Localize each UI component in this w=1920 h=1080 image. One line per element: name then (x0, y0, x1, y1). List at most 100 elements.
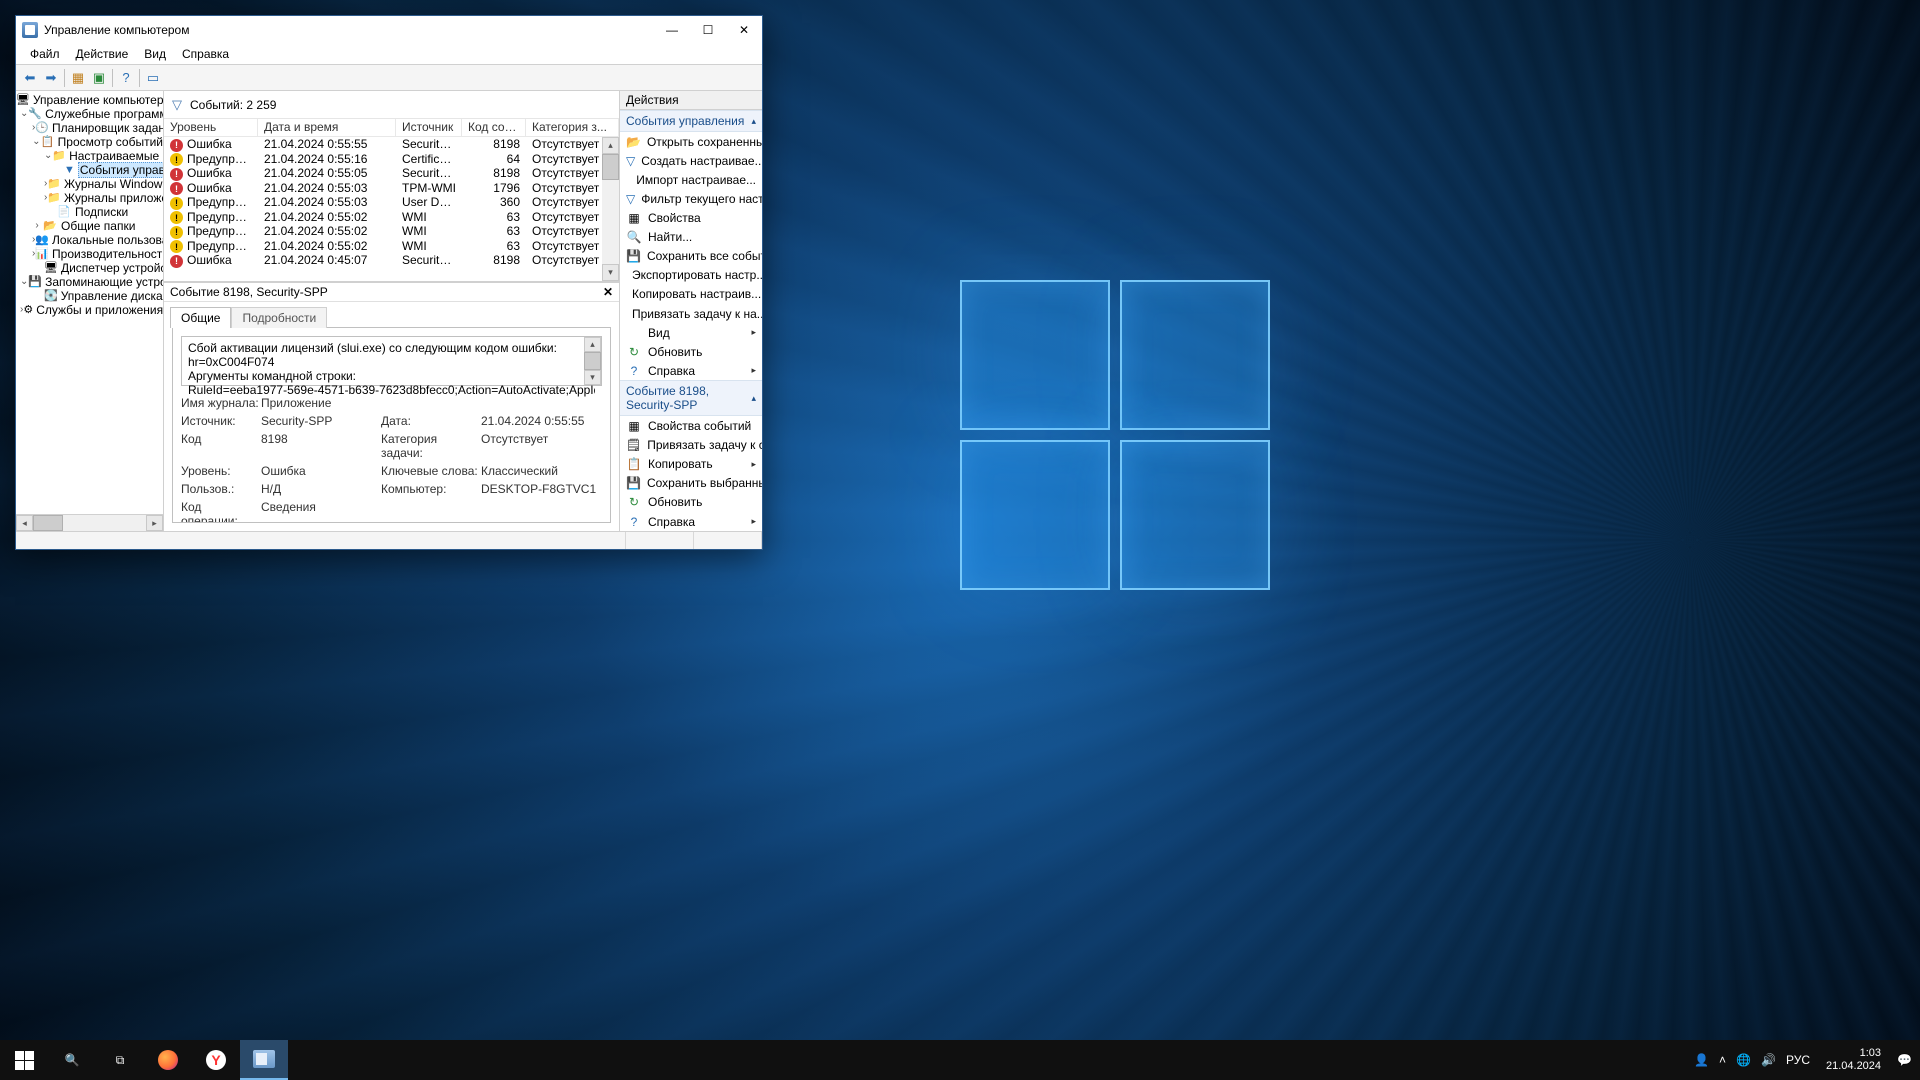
action-properties[interactable]: ▦Свойства (620, 208, 762, 227)
col-level[interactable]: Уровень (164, 119, 258, 136)
tab-general[interactable]: Общие (170, 307, 231, 328)
notifications-icon[interactable]: 💬 (1897, 1053, 1912, 1067)
help-button[interactable]: ? (116, 68, 136, 88)
col-source[interactable]: Источник (396, 119, 462, 136)
app-icon (22, 22, 38, 38)
menu-file[interactable]: Файл (22, 45, 68, 63)
action-open-saved[interactable]: 📂Открыть сохраненны... (620, 132, 762, 151)
action-copy-custom[interactable]: Копировать настраив... (620, 285, 762, 304)
detail-close-button[interactable]: ✕ (603, 285, 613, 299)
action-event-save[interactable]: 💾Сохранить выбранны... (620, 474, 762, 493)
grid-vertical-scrollbar[interactable]: ▴▾ (602, 137, 619, 281)
tree-event-viewer[interactable]: ⌄📋Просмотр событий (16, 135, 163, 149)
events-pane: ▽ Событий: 2 259 Уровень Дата и время Ис… (164, 91, 620, 531)
network-icon[interactable]: 🌐 (1736, 1053, 1751, 1067)
event-row[interactable]: !Ошибка21.04.2024 0:45:07Security-SPP819… (164, 253, 619, 268)
tree-disk-management[interactable]: 💽Управление дисками (16, 289, 163, 303)
detail-title: Событие 8198, Security-SPP (170, 285, 328, 299)
event-row[interactable]: !Предупреждение21.04.2024 0:55:02WMI63От… (164, 224, 619, 239)
action-event-properties[interactable]: ▦Свойства событий (620, 416, 762, 435)
minimize-button[interactable]: — (654, 16, 690, 44)
titlebar[interactable]: Управление компьютером — ☐ ✕ (16, 16, 762, 44)
action-view[interactable]: Вид▸ (620, 323, 762, 342)
search-button[interactable]: 🔍 (48, 1040, 96, 1080)
col-code[interactable]: Код события (462, 119, 526, 136)
tree-management-events[interactable]: ▼События управл... (16, 163, 163, 177)
close-button[interactable]: ✕ (726, 16, 762, 44)
actions-pane: Действия События управления▴ 📂Открыть со… (620, 91, 762, 531)
action-help[interactable]: ?Справка▸ (620, 361, 762, 380)
col-category[interactable]: Категория з... (526, 119, 619, 136)
tree-subscriptions[interactable]: 📄Подписки (16, 205, 163, 219)
menu-view[interactable]: Вид (136, 45, 174, 63)
tray-chevron-icon[interactable]: ˄ (1719, 1053, 1726, 1067)
clock[interactable]: 1:0321.04.2024 (1820, 1047, 1887, 1073)
tree-device-manager[interactable]: 🖥Диспетчер устройств (16, 261, 163, 275)
event-count: Событий: 2 259 (190, 98, 276, 112)
action-import[interactable]: Импорт настраивае... (620, 170, 762, 189)
windows-logo-wallpaper (960, 280, 1300, 620)
tree-local-users[interactable]: ›👥Локальные пользовате (16, 233, 163, 247)
action-refresh[interactable]: ↻Обновить (620, 342, 762, 361)
action-filter[interactable]: ▽Фильтр текущего наст... (620, 189, 762, 208)
event-row[interactable]: !Предупреждение21.04.2024 0:55:02WMI63От… (164, 239, 619, 254)
actions-section-events[interactable]: События управления▴ (620, 110, 762, 132)
properties-button[interactable]: ▦ (68, 68, 88, 88)
tree-app-logs[interactable]: ›📁Журналы приложе (16, 191, 163, 205)
action-event-copy[interactable]: 📋Копировать▸ (620, 455, 762, 474)
taskbar[interactable]: 🔍 ⧉ Y 👤 ˄ 🌐 🔊 РУС 1:0321.04.2024 💬 (0, 1040, 1920, 1080)
event-row[interactable]: !Ошибка21.04.2024 0:55:05Security-SPP819… (164, 166, 619, 181)
tree-windows-logs[interactable]: ›📁Журналы Windows (16, 177, 163, 191)
event-row[interactable]: !Предупреждение21.04.2024 0:55:02WMI63От… (164, 210, 619, 225)
tree-shared-folders[interactable]: ›📂Общие папки (16, 219, 163, 233)
system-tray[interactable]: 👤 ˄ 🌐 🔊 РУС 1:0321.04.2024 💬 (1686, 1047, 1920, 1073)
event-row[interactable]: !Ошибка21.04.2024 0:55:55Security-SPP819… (164, 137, 619, 152)
action-create-custom[interactable]: ▽Создать настраивае... (620, 151, 762, 170)
action-find[interactable]: 🔍Найти... (620, 228, 762, 247)
tab-details[interactable]: Подробности (231, 307, 327, 328)
action-event-refresh[interactable]: ↻Обновить (620, 493, 762, 512)
language-indicator[interactable]: РУС (1786, 1053, 1810, 1067)
event-grid[interactable]: !Ошибка21.04.2024 0:55:55Security-SPP819… (164, 137, 619, 281)
tree-system-tools[interactable]: ⌄🔧Служебные программы (16, 107, 163, 121)
toolbar: ⬅ ➡ ▦ ▣ ? ▭ (16, 65, 762, 91)
tree[interactable]: 🖥Управление компьютером (л ⌄🔧Служебные п… (16, 91, 163, 514)
tree-storage[interactable]: ⌄💾Запоминающие устройс (16, 275, 163, 289)
filter-bar: ▽ Событий: 2 259 (164, 91, 619, 119)
event-message[interactable]: Сбой активации лицензий (slui.exe) со сл… (181, 336, 602, 386)
people-icon[interactable]: 👤 (1694, 1053, 1709, 1067)
tree-custom-views[interactable]: ⌄📁Настраиваемые пр (16, 149, 163, 163)
yandex-button[interactable]: Y (192, 1040, 240, 1080)
maximize-button[interactable]: ☐ (690, 16, 726, 44)
task-view-button[interactable]: ⧉ (96, 1040, 144, 1080)
menu-action[interactable]: Действие (68, 45, 137, 63)
action-bind-task[interactable]: Привязать задачу к на... (620, 304, 762, 323)
action-save-all[interactable]: 💾Сохранить все событи... (620, 247, 762, 266)
action-event-help[interactable]: ?Справка▸ (620, 512, 762, 531)
back-button[interactable]: ⬅ (20, 68, 40, 88)
detail-tabs: Общие Подробности (164, 302, 619, 327)
forward-button[interactable]: ➡ (41, 68, 61, 88)
start-button[interactable] (0, 1040, 48, 1080)
volume-icon[interactable]: 🔊 (1761, 1053, 1776, 1067)
refresh-button[interactable]: ▣ (89, 68, 109, 88)
event-row[interactable]: !Предупреждение21.04.2024 0:55:03User De… (164, 195, 619, 210)
menu-help[interactable]: Справка (174, 45, 237, 63)
col-date[interactable]: Дата и время (258, 119, 396, 136)
tree-task-scheduler[interactable]: ›🕒Планировщик заданий (16, 121, 163, 135)
event-row[interactable]: !Ошибка21.04.2024 0:55:03TPM-WMI1796Отсу… (164, 181, 619, 196)
tree-services[interactable]: ›⚙Службы и приложения (16, 303, 163, 317)
event-row[interactable]: !Предупреждение21.04.2024 0:55:16Certifi… (164, 152, 619, 167)
actions-header: Действия (620, 91, 762, 110)
status-bar (16, 531, 762, 549)
actions-section-event[interactable]: Событие 8198, Security-SPP▴ (620, 380, 762, 416)
action-event-bind[interactable]: 🗒Привязать задачу к со... (620, 436, 762, 455)
firefox-button[interactable] (144, 1040, 192, 1080)
tree-horizontal-scrollbar[interactable]: ◂▸ (16, 514, 163, 531)
grid-header[interactable]: Уровень Дата и время Источник Код событи… (164, 119, 619, 137)
tree-root[interactable]: 🖥Управление компьютером (л (16, 93, 163, 107)
tree-performance[interactable]: ›📊Производительность (16, 247, 163, 261)
extra-button[interactable]: ▭ (143, 68, 163, 88)
computer-management-taskbar-button[interactable] (240, 1040, 288, 1080)
action-export[interactable]: Экспортировать настр... (620, 266, 762, 285)
